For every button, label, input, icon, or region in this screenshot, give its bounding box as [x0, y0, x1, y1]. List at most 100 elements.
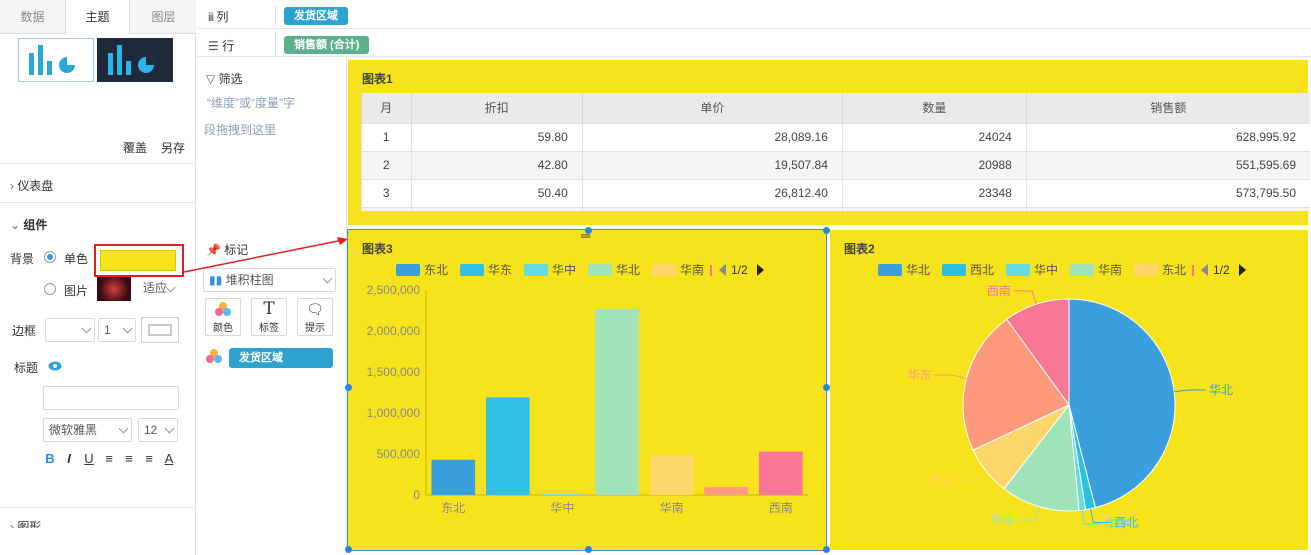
- bar: [431, 459, 476, 495]
- chevron-down-icon: [122, 323, 133, 334]
- columns-shelf-label: iii 列: [208, 10, 229, 24]
- table-cell: 24024: [841, 122, 1027, 151]
- color-mark-button[interactable]: 颜色: [205, 298, 241, 336]
- bold-button[interactable]: B: [43, 451, 57, 466]
- y-tick-label: 2,000,000: [367, 324, 421, 338]
- font-family-select[interactable]: 微软雅黑: [43, 418, 132, 442]
- legend-label: 华北: [616, 263, 640, 277]
- background-label: 背景: [10, 252, 35, 266]
- legend-label: 华中: [1034, 262, 1058, 277]
- legend-swatch: [1006, 264, 1030, 276]
- theme-light-thumbnail[interactable]: [18, 38, 94, 82]
- pie-label: 华北: [1209, 383, 1233, 397]
- legend-swatch: [588, 264, 612, 276]
- columns-shelf: iii 列 发货区域: [197, 3, 1311, 29]
- legend-label: 东北: [424, 263, 448, 277]
- table-header[interactable]: 折扣: [410, 93, 583, 123]
- resize-handle[interactable]: [823, 227, 830, 234]
- visibility-eye-icon[interactable]: [48, 360, 62, 374]
- border-style-select[interactable]: [45, 318, 95, 342]
- bar-chart-panel[interactable]: 图表3 ═ 东北 华东 华中 华北 华南 1/2 0 500,000 1,000,000 1,5…: [347, 228, 827, 551]
- resize-handle[interactable]: [823, 384, 830, 391]
- resize-handle[interactable]: [585, 227, 592, 234]
- label-mark-button[interactable]: T 标签: [251, 298, 287, 336]
- pie-leader-line: [1017, 506, 1040, 521]
- table-row: 1 59.80 28,089.16 24024 628,995.92: [361, 122, 1310, 151]
- tab-layers[interactable]: 图层: [131, 0, 196, 34]
- legend-separator: [1192, 265, 1194, 276]
- table-panel[interactable]: 图表1 月 折扣 单价 数量 销售额 1 59.80 28,089.16 240…: [348, 60, 1310, 225]
- table-header[interactable]: 销售额: [1025, 93, 1310, 123]
- table-row: [361, 206, 1310, 211]
- label-mark-label: 标签: [259, 323, 279, 334]
- legend-swatch: [524, 264, 548, 276]
- legend-prev-page-icon: [719, 264, 726, 276]
- speech-bubble-icon: 🗨: [306, 301, 324, 317]
- chevron-down-icon: [81, 323, 92, 334]
- component-section-toggle[interactable]: ⌄ 组件: [10, 216, 47, 233]
- text-icon: T: [263, 299, 275, 319]
- overwrite-button[interactable]: 覆盖: [123, 139, 147, 156]
- underline-button[interactable]: U: [82, 451, 96, 466]
- chevron-down-icon: [322, 273, 333, 284]
- align-center-icon[interactable]: ≡: [122, 451, 136, 466]
- filter-icon: ▽: [206, 72, 216, 86]
- table-header[interactable]: 单价: [581, 93, 843, 123]
- background-color-swatch[interactable]: [100, 250, 176, 271]
- table-cell: 628,995.92: [1025, 122, 1310, 151]
- resize-handle[interactable]: [345, 384, 352, 391]
- dashboard-section-toggle[interactable]: › 仪表盘: [10, 177, 53, 194]
- table-cell: 23348: [841, 178, 1027, 207]
- border-width-select[interactable]: 1: [98, 318, 136, 342]
- shape-section-toggle[interactable]: › 图形: [10, 518, 41, 528]
- legend-swatch: [460, 264, 484, 276]
- chart-type-select[interactable]: ▮▮ 堆积柱图: [203, 268, 336, 292]
- columns-icon: iii: [208, 10, 214, 24]
- align-right-icon[interactable]: ≡: [142, 451, 156, 466]
- pie-label: 华东: [908, 368, 932, 382]
- image-radio[interactable]: [44, 283, 56, 295]
- align-left-icon[interactable]: ≡: [102, 451, 116, 466]
- resize-handle[interactable]: [585, 546, 592, 553]
- chevron-down-icon: [164, 423, 175, 434]
- table-header[interactable]: 数量: [841, 93, 1027, 123]
- font-size-select[interactable]: 12: [138, 418, 178, 442]
- single-color-radio[interactable]: [44, 251, 56, 263]
- save-as-button[interactable]: 另存: [161, 139, 185, 156]
- table-cell: 20988: [841, 150, 1027, 179]
- table-row: 3 50.40 26,812.40 23348 573,795.50: [361, 178, 1310, 207]
- theme-dark-thumbnail[interactable]: [97, 38, 173, 82]
- chevron-down-icon: [118, 423, 129, 434]
- table-header[interactable]: 月: [361, 93, 411, 123]
- font-color-icon[interactable]: A: [162, 451, 176, 466]
- resize-handle[interactable]: [823, 546, 830, 553]
- tab-data[interactable]: 数据: [0, 0, 65, 34]
- italic-button[interactable]: I: [62, 451, 76, 466]
- divider: [275, 33, 276, 55]
- border-color-picker[interactable]: [141, 317, 179, 343]
- columns-field-pill[interactable]: 发货区域: [284, 7, 348, 25]
- rows-field-pill[interactable]: 销售额 (合计): [284, 36, 370, 54]
- table-cell: 1: [361, 122, 411, 151]
- tooltip-mark-button[interactable]: 🗨 提示: [297, 298, 333, 336]
- y-tick-label: 0: [413, 488, 420, 502]
- title-input[interactable]: [43, 386, 179, 410]
- filter-drop-hint-line2[interactable]: 段拖拽到这里: [204, 121, 276, 138]
- pie-leader-line: [934, 374, 967, 380]
- filter-drop-hint-line1[interactable]: “维度”或“度量”字: [207, 94, 295, 111]
- fit-select[interactable]: 适应: [138, 278, 178, 300]
- table-cell: 551,595.69: [1025, 150, 1310, 179]
- table-row: 2 42.80 19,507.84 20988 551,595.69: [361, 150, 1310, 179]
- legend-next-page-icon: [757, 264, 764, 276]
- tab-theme[interactable]: 主题: [65, 0, 130, 35]
- pie-leader-line: [957, 470, 987, 481]
- color-field-pill[interactable]: 发货区域: [229, 348, 333, 368]
- table-header-row: 月 折扣 单价 数量 销售额: [361, 93, 1310, 123]
- background-image-thumbnail[interactable]: [97, 277, 131, 301]
- pie-chart-panel[interactable]: 图表2 华北 西北 华中 华南 东北 1/2 华北 西北 华中 华南 东北 华东 西南: [830, 230, 1308, 550]
- legend-label: 西北: [970, 263, 994, 277]
- panel-title: 图表1: [362, 72, 393, 86]
- bar: [595, 308, 639, 495]
- resize-handle[interactable]: [345, 546, 352, 553]
- chevron-right-icon: ›: [10, 179, 14, 193]
